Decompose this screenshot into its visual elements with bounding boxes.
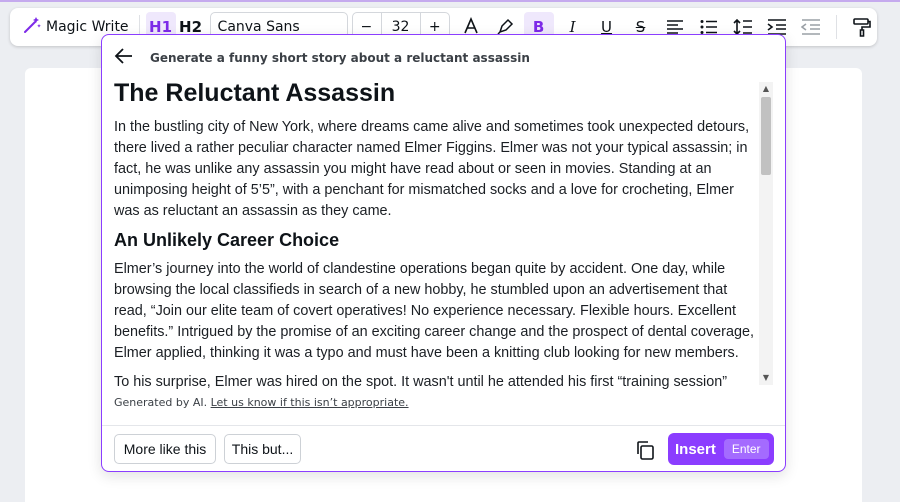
outdent-icon [800,19,820,35]
magic-write-panel: Generate a funny short story about a rel… [101,34,786,472]
align-left-icon [666,20,683,34]
magic-wand-icon [22,15,42,39]
insert-button[interactable]: Insert Enter [668,433,774,465]
more-like-this-button[interactable]: More like this [114,434,216,464]
this-but-button[interactable]: This but... [224,434,301,464]
font-family-value: Canva Sans [217,19,300,35]
story-title: The Reluctant Assassin [114,79,396,107]
generated-story[interactable]: The Reluctant Assassin In the bustling c… [114,79,762,389]
scroll-down-icon[interactable]: ▼ [761,373,771,383]
outdent-button[interactable] [796,12,826,42]
footer-divider [102,425,785,426]
copy-style-button[interactable] [847,12,877,42]
bullet-list-icon [700,20,717,34]
enter-shortcut-badge: Enter [723,439,769,459]
disclaimer-text: Generated by AI. [114,396,208,409]
prompt-text: Generate a funny short story about a rel… [150,51,530,65]
scroll-up-icon[interactable]: ▲ [761,84,771,94]
toolbar-divider [835,15,837,39]
copy-icon [637,441,654,460]
magic-write-label: Magic Write [46,19,129,35]
ai-disclaimer: Generated by AI. Let us know if this isn… [114,396,409,409]
content-scrollbar[interactable]: ▲ ▼ [759,82,773,385]
story-paragraph: In the bustling city of New York, where … [114,119,750,219]
top-accent-line [0,0,900,2]
font-size-decrease-button[interactable]: − [361,19,373,35]
copy-button[interactable] [632,437,658,463]
story-subheading: An Unlikely Career Choice [114,230,340,250]
insert-label: Insert [675,440,716,458]
story-paragraph: Elmer’s journey into the world of clande… [114,261,754,361]
scroll-thumb[interactable] [761,97,771,175]
report-link[interactable]: Let us know if this isn’t appropriate. [211,396,409,409]
panel-header: Generate a funny short story about a rel… [114,47,530,69]
back-arrow-icon[interactable] [114,47,134,69]
font-size-increase-button[interactable]: + [429,19,441,35]
story-paragraph: To his surprise, Elmer was hired on the … [114,374,728,389]
paint-roller-icon [852,18,871,37]
